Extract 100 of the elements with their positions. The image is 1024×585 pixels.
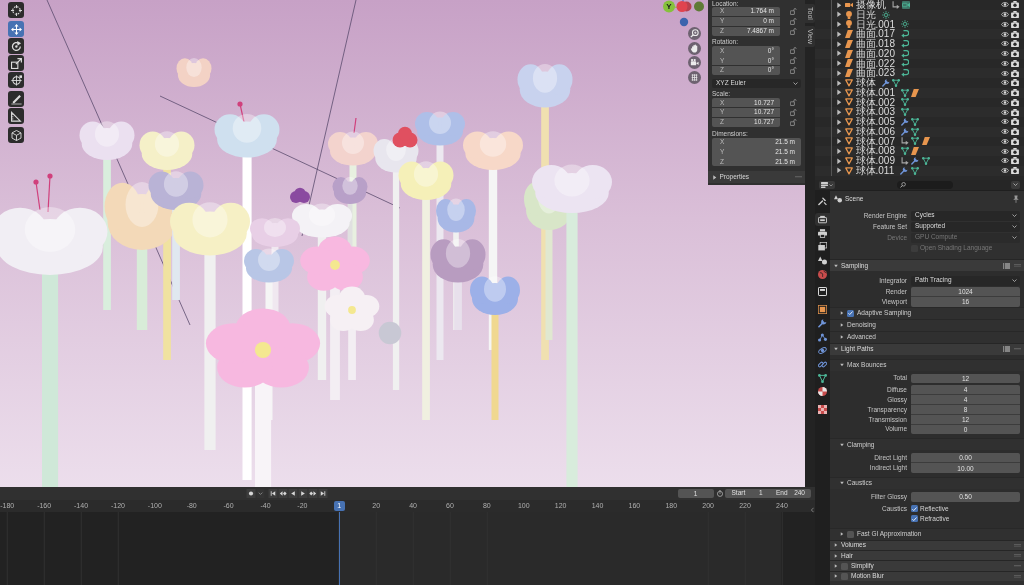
disclosure-triangle-icon[interactable] bbox=[837, 99, 842, 106]
eye-icon[interactable] bbox=[1001, 109, 1009, 115]
hook-arrow-icon[interactable] bbox=[900, 39, 909, 48]
camera-icon[interactable] bbox=[1011, 40, 1019, 48]
axis-gizmo[interactable]: Y bbox=[661, 0, 705, 28]
camera-icon[interactable] bbox=[1011, 128, 1019, 136]
camera-icon[interactable] bbox=[1011, 137, 1019, 145]
checkbox[interactable] bbox=[911, 515, 918, 523]
open-padlock-icon[interactable] bbox=[790, 67, 797, 74]
drag-handle-icon[interactable] bbox=[795, 175, 802, 179]
disclosure-triangle-icon[interactable] bbox=[837, 157, 842, 165]
properties-tab[interactable] bbox=[815, 371, 830, 385]
eye-icon[interactable] bbox=[1001, 70, 1009, 76]
eye-icon[interactable] bbox=[1001, 2, 1009, 8]
hook-arrow-icon[interactable] bbox=[900, 69, 909, 78]
drag-handle-icon[interactable] bbox=[1014, 544, 1021, 547]
properties-tab[interactable] bbox=[815, 302, 830, 317]
zoom-icon[interactable] bbox=[688, 27, 701, 40]
eye-icon[interactable] bbox=[1001, 129, 1009, 135]
outliner-row[interactable]: 曲面.020 bbox=[815, 48, 1024, 59]
hand-icon[interactable] bbox=[688, 41, 701, 55]
properties-tab[interactable] bbox=[815, 212, 830, 227]
camera-icon[interactable] bbox=[1011, 89, 1019, 97]
properties-tab[interactable] bbox=[815, 402, 830, 417]
camera-icon[interactable] bbox=[1011, 98, 1019, 106]
checkbox[interactable] bbox=[847, 309, 854, 317]
camera-icon[interactable] bbox=[1011, 157, 1019, 165]
eye-icon[interactable] bbox=[1001, 51, 1009, 57]
triangle-vertices-icon[interactable] bbox=[910, 166, 919, 175]
wrench-icon[interactable] bbox=[900, 127, 909, 136]
eye-icon[interactable] bbox=[1001, 80, 1009, 86]
drag-handle-icon[interactable] bbox=[1014, 575, 1021, 578]
triangle-vertices-icon[interactable] bbox=[921, 156, 930, 165]
checkbox[interactable] bbox=[841, 562, 848, 570]
camera-icon[interactable] bbox=[1011, 1, 1019, 9]
outliner-row[interactable]: 球体.003 bbox=[815, 107, 1024, 117]
camera-icon[interactable] bbox=[1011, 69, 1019, 77]
triangle-vertices-icon[interactable] bbox=[911, 117, 920, 126]
disclosure-triangle-icon[interactable] bbox=[837, 128, 842, 135]
camera-icon[interactable] bbox=[1011, 108, 1019, 116]
hook-arrow-icon[interactable] bbox=[900, 49, 909, 58]
camera-icon[interactable] bbox=[1011, 167, 1019, 175]
outliner-row[interactable]: 曲面.017 bbox=[815, 29, 1024, 39]
eye-icon[interactable] bbox=[1001, 60, 1009, 66]
camera-outline-icon[interactable] bbox=[902, 0, 910, 9]
disclosure-triangle-icon[interactable] bbox=[837, 108, 842, 116]
outliner-row[interactable]: 球体.001 bbox=[815, 87, 1024, 98]
search-field[interactable] bbox=[897, 181, 953, 189]
properties-tab[interactable] bbox=[815, 285, 830, 299]
open-padlock-icon[interactable] bbox=[790, 17, 797, 25]
outliner-row[interactable]: 曲面.023 bbox=[815, 68, 1024, 78]
disclosure-triangle-icon[interactable] bbox=[837, 167, 842, 174]
diamond-arrow-right-icon[interactable] bbox=[308, 489, 318, 498]
triangle-vertices-icon[interactable] bbox=[900, 147, 909, 156]
triangle-vertices-icon[interactable] bbox=[900, 108, 909, 117]
disclosure-triangle-icon[interactable] bbox=[837, 89, 842, 96]
wrench-icon[interactable] bbox=[911, 156, 920, 165]
outliner-row[interactable]: 球体.011 bbox=[815, 165, 1024, 176]
open-padlock-icon[interactable] bbox=[790, 27, 797, 35]
drag-handle-icon[interactable] bbox=[1014, 564, 1021, 568]
drag-handle-icon[interactable] bbox=[1014, 347, 1021, 351]
disclosure-triangle-icon[interactable] bbox=[837, 147, 842, 155]
outliner-row[interactable]: 日光 bbox=[815, 9, 1024, 20]
camera-icon[interactable] bbox=[1011, 79, 1019, 87]
drag-handle-icon[interactable] bbox=[1014, 264, 1021, 267]
list-icon[interactable] bbox=[1003, 346, 1010, 353]
disclosure-triangle-icon[interactable] bbox=[837, 30, 842, 38]
open-padlock-icon[interactable] bbox=[790, 47, 797, 55]
camera-icon[interactable] bbox=[1011, 59, 1019, 67]
outliner-row[interactable]: 球体.008 bbox=[815, 146, 1024, 156]
triangle-vertices-icon[interactable] bbox=[911, 137, 920, 146]
triangle-vertices-icon[interactable] bbox=[911, 127, 920, 136]
hook-arrow-icon[interactable] bbox=[900, 59, 909, 68]
camera-icon[interactable] bbox=[1011, 50, 1019, 58]
eye-icon[interactable] bbox=[1001, 99, 1009, 105]
properties-tab[interactable] bbox=[815, 384, 830, 399]
disclosure-triangle-icon[interactable] bbox=[837, 40, 842, 48]
disclosure-triangle-icon[interactable] bbox=[837, 118, 842, 126]
triangle-vertices-icon[interactable] bbox=[900, 88, 909, 97]
disclosure-triangle-icon[interactable] bbox=[837, 21, 842, 28]
open-padlock-icon[interactable] bbox=[790, 99, 797, 107]
camera-icon[interactable] bbox=[1011, 118, 1019, 126]
eye-icon[interactable] bbox=[1001, 31, 1009, 37]
disclosure-triangle-icon[interactable] bbox=[837, 11, 842, 18]
eye-icon[interactable] bbox=[1001, 138, 1009, 144]
disclosure-triangle-icon[interactable] bbox=[837, 1, 842, 9]
camera-icon[interactable] bbox=[1011, 147, 1019, 155]
disclosure-triangle-icon[interactable] bbox=[837, 79, 842, 87]
eye-icon[interactable] bbox=[1001, 12, 1009, 18]
pin-icon[interactable] bbox=[1013, 195, 1019, 203]
sun-icon[interactable] bbox=[881, 10, 890, 19]
eye-icon[interactable] bbox=[1001, 158, 1009, 164]
record-dot-icon[interactable] bbox=[246, 489, 256, 498]
sun-icon[interactable] bbox=[900, 20, 909, 29]
editor-type-button[interactable] bbox=[819, 181, 835, 189]
open-padlock-icon[interactable] bbox=[790, 8, 797, 15]
eye-icon[interactable] bbox=[1001, 168, 1009, 174]
drag-handle-icon[interactable] bbox=[1014, 554, 1021, 557]
properties-tab[interactable] bbox=[815, 226, 830, 241]
eye-icon[interactable] bbox=[1001, 119, 1009, 125]
